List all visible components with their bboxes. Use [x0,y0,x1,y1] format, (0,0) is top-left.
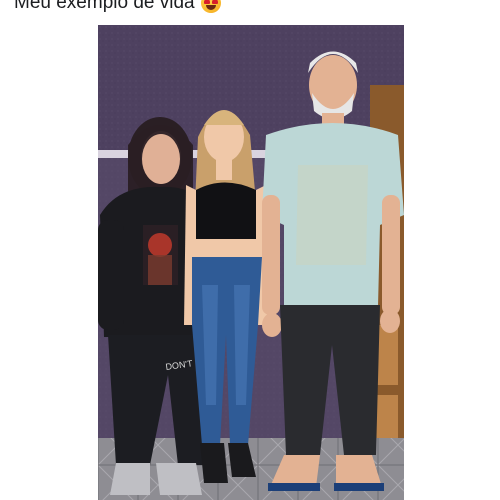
family-photo-illustration: DON'T [98,25,404,500]
post-caption-row: Meu exemplo de vida [14,0,221,15]
heart-eyes-emoji-icon [200,0,221,13]
post-photo[interactable]: DON'T [98,25,404,500]
social-post: Meu exemplo de vida DON'T [0,0,500,500]
post-caption: Meu exemplo de vida [14,0,195,13]
